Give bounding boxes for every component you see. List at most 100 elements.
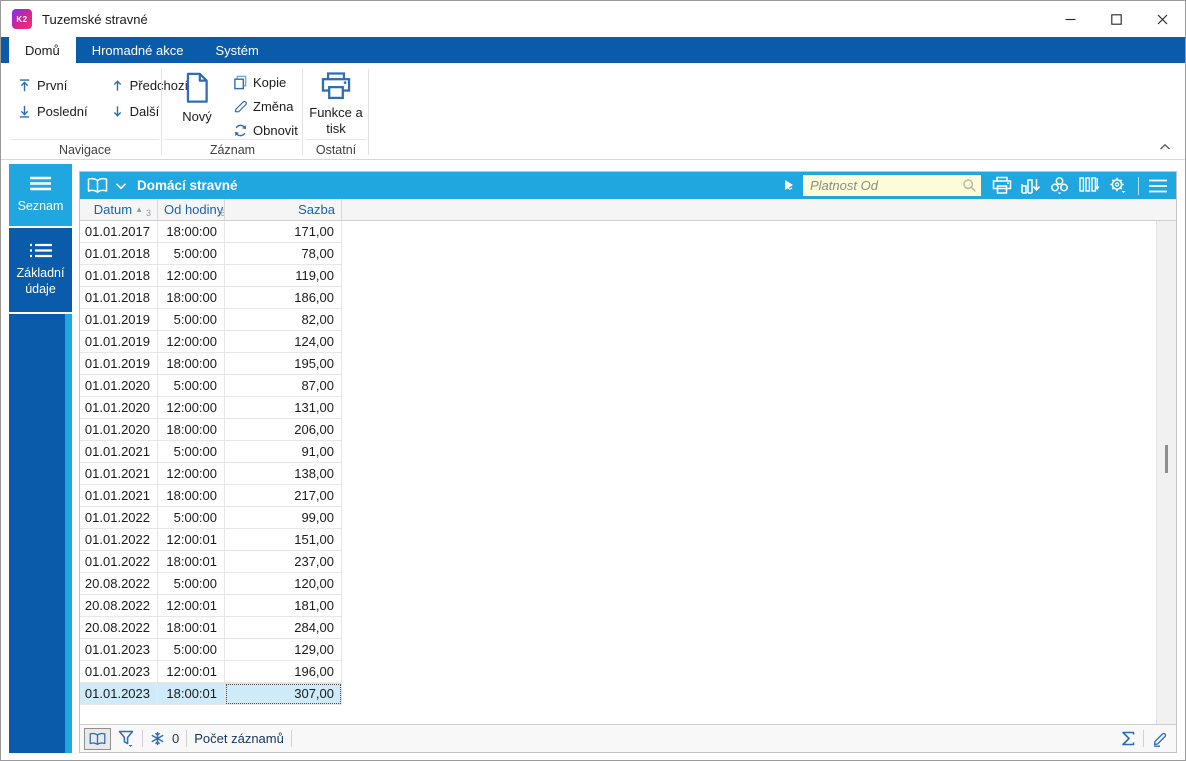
cell-datum[interactable]: 01.01.2020 — [80, 375, 158, 397]
cell-od-hodiny[interactable]: 5:00:00 — [158, 507, 225, 529]
scrollbar-thumb[interactable] — [1165, 445, 1168, 473]
cell-sazba[interactable]: 237,00 — [225, 551, 342, 573]
collapse-ribbon-button[interactable] — [1159, 143, 1171, 151]
cell-sazba[interactable]: 99,00 — [225, 507, 342, 529]
cell-datum[interactable]: 20.08.2022 — [80, 617, 158, 639]
cell-od-hodiny[interactable]: 5:00:00 — [158, 375, 225, 397]
cell-sazba[interactable]: 138,00 — [225, 463, 342, 485]
cell-sazba[interactable]: 124,00 — [225, 331, 342, 353]
cell-datum[interactable]: 01.01.2020 — [80, 419, 158, 441]
cell-od-hodiny[interactable]: 12:00:00 — [158, 331, 225, 353]
chart-button[interactable] — [1019, 175, 1043, 196]
cell-datum[interactable]: 01.01.2022 — [80, 529, 158, 551]
cell-sazba[interactable]: 307,00 — [225, 683, 342, 705]
cell-od-hodiny[interactable]: 18:00:00 — [158, 353, 225, 375]
cell-sazba[interactable]: 120,00 — [225, 573, 342, 595]
cell-datum[interactable]: 20.08.2022 — [80, 573, 158, 595]
table-row[interactable]: 20.08.2022 18:00:01 284,00 — [80, 617, 1176, 639]
book-view-button[interactable] — [86, 176, 109, 195]
panel-menu-button[interactable] — [1147, 178, 1169, 194]
cell-od-hodiny[interactable]: 12:00:00 — [158, 463, 225, 485]
cell-od-hodiny[interactable]: 18:00:00 — [158, 287, 225, 309]
cell-sazba[interactable]: 87,00 — [225, 375, 342, 397]
column-header-sazba[interactable]: Sazba — [225, 199, 342, 220]
cell-sazba[interactable]: 217,00 — [225, 485, 342, 507]
tab-hromadne-akce[interactable]: Hromadné akce — [76, 37, 200, 63]
cell-datum[interactable]: 01.01.2021 — [80, 485, 158, 507]
cell-datum[interactable]: 01.01.2018 — [80, 243, 158, 265]
cell-datum[interactable]: 01.01.2019 — [80, 309, 158, 331]
table-row[interactable]: 01.01.2023 12:00:01 196,00 — [80, 661, 1176, 683]
cell-sazba[interactable]: 181,00 — [225, 595, 342, 617]
sidebar-item-zakladni-udaje[interactable]: Základní údaje — [9, 228, 72, 312]
filter-button[interactable] — [118, 730, 135, 748]
cell-od-hodiny[interactable]: 18:00:01 — [158, 617, 225, 639]
table-row[interactable]: 01.01.2019 5:00:00 82,00 — [80, 309, 1176, 331]
edit-record-button[interactable]: Změna Změna — [229, 94, 302, 118]
view-dropdown-button[interactable] — [114, 181, 128, 191]
tab-domu[interactable]: Domů — [9, 37, 76, 63]
cell-sazba[interactable]: 129,00 — [225, 639, 342, 661]
cell-datum[interactable]: 01.01.2022 — [80, 507, 158, 529]
table-row[interactable]: 01.01.2021 5:00:00 91,00 — [80, 441, 1176, 463]
record-count-label[interactable]: Počet záznamů — [194, 731, 284, 746]
cell-datum[interactable]: 01.01.2020 — [80, 397, 158, 419]
table-row[interactable]: 01.01.2017 18:00:00 171,00 — [80, 221, 1176, 243]
cell-od-hodiny[interactable]: 18:00:01 — [158, 683, 225, 705]
cell-sazba[interactable]: 91,00 — [225, 441, 342, 463]
column-header-datum[interactable]: Datum ▲ 3 — [80, 199, 158, 220]
cell-sazba[interactable]: 195,00 — [225, 353, 342, 375]
first-record-button[interactable]: První — [13, 72, 92, 98]
table-row[interactable]: 01.01.2023 5:00:00 129,00 — [80, 639, 1176, 661]
cell-sazba[interactable]: 196,00 — [225, 661, 342, 683]
tab-system[interactable]: Systém — [199, 37, 274, 63]
cell-od-hodiny[interactable]: 5:00:00 — [158, 309, 225, 331]
cell-datum[interactable]: 01.01.2018 — [80, 287, 158, 309]
cell-datum[interactable]: 01.01.2017 — [80, 221, 158, 243]
table-row[interactable]: 01.01.2018 5:00:00 78,00 — [80, 243, 1176, 265]
run-filter-button[interactable] — [782, 178, 798, 194]
cell-datum[interactable]: 01.01.2021 — [80, 441, 158, 463]
cell-datum[interactable]: 01.01.2019 — [80, 353, 158, 375]
cell-datum[interactable]: 01.01.2018 — [80, 265, 158, 287]
table-row[interactable]: 01.01.2022 12:00:01 151,00 — [80, 529, 1176, 551]
copy-record-button[interactable]: Kopie — [229, 70, 302, 94]
cell-datum[interactable]: 01.01.2022 — [80, 551, 158, 573]
table-row[interactable]: 01.01.2019 12:00:00 124,00 — [80, 331, 1176, 353]
cell-od-hodiny[interactable]: 5:00:00 — [158, 639, 225, 661]
cell-sazba[interactable]: 171,00 — [225, 221, 342, 243]
sum-button[interactable] — [1120, 730, 1136, 747]
cell-sazba[interactable]: 284,00 — [225, 617, 342, 639]
table-row[interactable]: 20.08.2022 12:00:01 181,00 — [80, 595, 1176, 617]
table-row[interactable]: 20.08.2022 5:00:00 120,00 — [80, 573, 1176, 595]
cell-od-hodiny[interactable]: 12:00:01 — [158, 529, 225, 551]
cell-datum[interactable]: 01.01.2023 — [80, 683, 158, 705]
edit-cell-button[interactable] — [1151, 730, 1168, 747]
cell-od-hodiny[interactable]: 18:00:01 — [158, 551, 225, 573]
table-row[interactable]: 01.01.2019 18:00:00 195,00 — [80, 353, 1176, 375]
cell-od-hodiny[interactable]: 5:00:00 — [158, 573, 225, 595]
columns-button[interactable] — [1077, 175, 1101, 196]
table-row[interactable]: 01.01.2023 18:00:01 307,00 — [80, 683, 1176, 705]
table-row[interactable]: 01.01.2022 18:00:01 237,00 — [80, 551, 1176, 573]
print-button[interactable] — [990, 175, 1014, 196]
cell-datum[interactable]: 01.01.2023 — [80, 639, 158, 661]
table-row[interactable]: 01.01.2021 18:00:00 217,00 — [80, 485, 1176, 507]
cell-sazba[interactable]: 151,00 — [225, 529, 342, 551]
table-row[interactable]: 01.01.2020 12:00:00 131,00 — [80, 397, 1176, 419]
cell-od-hodiny[interactable]: 5:00:00 — [158, 441, 225, 463]
cell-od-hodiny[interactable]: 18:00:00 — [158, 419, 225, 441]
table-row[interactable]: 01.01.2018 18:00:00 186,00 — [80, 287, 1176, 309]
relations-button[interactable] — [1048, 175, 1072, 196]
table-row[interactable]: 01.01.2022 5:00:00 99,00 — [80, 507, 1176, 529]
cell-od-hodiny[interactable]: 12:00:00 — [158, 265, 225, 287]
cell-datum[interactable]: 20.08.2022 — [80, 595, 158, 617]
cell-od-hodiny[interactable]: 12:00:01 — [158, 661, 225, 683]
cell-sazba[interactable]: 206,00 — [225, 419, 342, 441]
cell-sazba[interactable]: 186,00 — [225, 287, 342, 309]
cell-od-hodiny[interactable]: 12:00:00 — [158, 397, 225, 419]
sidebar-item-seznam[interactable]: Seznam — [9, 164, 72, 226]
cell-od-hodiny[interactable]: 18:00:00 — [158, 485, 225, 507]
settings-button[interactable] — [1106, 175, 1130, 196]
functions-print-button[interactable]: Funkce a tisk — [306, 71, 366, 147]
